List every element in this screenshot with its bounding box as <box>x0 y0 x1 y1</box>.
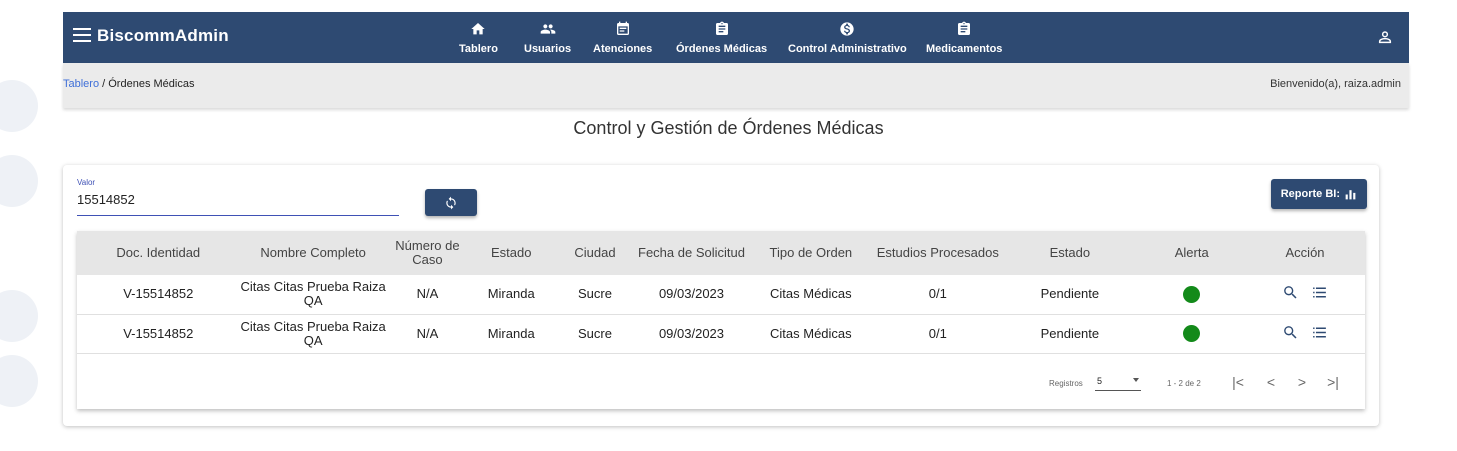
bar-chart-icon <box>1345 189 1356 199</box>
list-icon[interactable] <box>1311 284 1328 301</box>
background-decoration <box>0 355 38 407</box>
search-input[interactable] <box>77 192 397 207</box>
cell-name: Citas Citas Prueba Raiza QA <box>240 318 386 348</box>
column-header[interactable]: Estado <box>468 231 554 275</box>
cell-status: Pendiente <box>1040 286 1100 302</box>
cell-studies: 0/1 <box>928 286 947 302</box>
nav-item-atenciones[interactable]: Atenciones <box>593 12 652 63</box>
breadcrumb-bar: Tablero / Órdenes Médicas Bienvenido(a),… <box>63 63 1409 108</box>
cell-name: Citas Citas Prueba Raiza QA <box>240 279 386 309</box>
cell-actions <box>1245 314 1365 353</box>
cell-studies: 0/1 <box>928 325 947 341</box>
breadcrumb: Tablero / Órdenes Médicas <box>63 78 194 90</box>
clipboard-icon <box>715 21 728 35</box>
search-field-label: Valor <box>77 178 96 187</box>
home-icon <box>471 22 486 34</box>
dollar-icon <box>840 21 855 36</box>
page-size-value: 5 <box>1097 376 1103 386</box>
orders-card: Valor Reporte BI: Doc. Identidad Nombre … <box>63 165 1379 426</box>
page-title: Control y Gestión de Órdenes Médicas <box>573 118 884 138</box>
top-navbar: BiscommAdmin Tablero Usuarios Atenciones… <box>63 12 1409 63</box>
users-icon <box>540 23 555 34</box>
paginator: Registros 5 1 - 2 de 2 |< < > >| <box>77 353 1365 409</box>
breadcrumb-link-tablero[interactable]: Tablero <box>63 78 99 90</box>
search-icon[interactable] <box>1282 284 1299 301</box>
clipboard-icon <box>958 21 971 35</box>
cell-alert <box>1138 275 1245 314</box>
nav-label: Órdenes Médicas <box>676 42 768 55</box>
nav-label: Tablero <box>459 42 498 55</box>
column-header[interactable]: Tipo de Orden <box>747 231 874 275</box>
brand-title[interactable]: BiscommAdmin <box>97 26 229 46</box>
page-size-select[interactable]: 5 <box>1095 375 1141 391</box>
cell-doc: V-15514852 <box>123 286 194 302</box>
background-decoration <box>0 290 38 342</box>
breadcrumb-current: Órdenes Médicas <box>108 78 195 90</box>
calendar-icon <box>616 21 629 35</box>
cell-alert <box>1138 314 1245 353</box>
nav-label: Control Administrativo <box>788 42 907 55</box>
cell-doc: V-15514852 <box>123 325 194 341</box>
cell-state: Miranda <box>487 325 535 341</box>
nav-label: Atenciones <box>593 42 653 55</box>
cell-case: N/A <box>416 286 439 302</box>
report-bi-label: Reporte BI: <box>1280 188 1340 200</box>
table-row: V-15514852 Citas Citas Prueba Raiza QA N… <box>77 275 1365 314</box>
nav-label: Medicamentos <box>926 42 1003 55</box>
column-header[interactable]: Ciudad <box>554 231 635 275</box>
dropdown-arrow-icon <box>1133 378 1139 382</box>
column-header[interactable]: Nombre Completo <box>240 231 387 275</box>
refresh-icon <box>446 196 456 209</box>
cell-city: Sucre <box>578 325 612 341</box>
app-page: BiscommAdmin Tablero Usuarios Atenciones… <box>0 0 1457 451</box>
nav-label: Usuarios <box>524 42 572 55</box>
column-header[interactable]: Doc. Identidad <box>77 231 240 275</box>
cell-date: 09/03/2023 <box>658 286 725 302</box>
cell-state: Miranda <box>487 286 535 302</box>
cell-status: Pendiente <box>1040 325 1100 341</box>
column-header[interactable]: Número de Caso <box>387 231 468 275</box>
table-row: V-15514852 Citas Citas Prueba Raiza QA N… <box>77 314 1365 353</box>
page-range: 1 - 2 de 2 <box>1167 379 1201 388</box>
welcome-text: Bienvenido(a), raiza.admin <box>1270 78 1401 90</box>
previous-page-icon[interactable]: < <box>1262 373 1280 391</box>
search-field[interactable]: Valor <box>77 178 399 216</box>
column-header[interactable]: Estado <box>1001 231 1138 275</box>
next-page-icon[interactable]: > <box>1293 373 1311 391</box>
cell-city: Sucre <box>578 286 612 302</box>
refresh-button[interactable] <box>425 189 477 216</box>
nav-item-tablero[interactable]: Tablero <box>459 12 498 63</box>
nav-item-usuarios[interactable]: Usuarios <box>524 12 571 63</box>
cell-case: N/A <box>416 325 439 341</box>
menu-icon[interactable] <box>73 28 91 46</box>
orders-table: Doc. Identidad Nombre Completo Número de… <box>77 231 1365 354</box>
alert-indicator <box>1183 285 1201 303</box>
nav-item-medicamentos[interactable]: Medicamentos <box>926 12 1002 63</box>
cell-actions <box>1245 275 1365 314</box>
page-size-label: Registros <box>1049 379 1083 388</box>
cell-date: 09/03/2023 <box>658 325 725 341</box>
column-header: Acción <box>1285 245 1325 260</box>
alert-indicator <box>1183 325 1201 342</box>
last-page-icon[interactable]: >| <box>1324 373 1342 391</box>
search-icon[interactable] <box>1282 324 1299 341</box>
nav-item-ordenes-medicas[interactable]: Órdenes Médicas <box>676 12 767 63</box>
column-header: Alerta <box>1174 245 1209 260</box>
cell-order-type: Citas Médicas <box>770 325 852 341</box>
orders-table-container: Doc. Identidad Nombre Completo Número de… <box>77 231 1365 409</box>
first-page-icon[interactable]: |< <box>1229 373 1247 391</box>
column-header[interactable]: Fecha de Solicitud <box>636 231 748 275</box>
list-icon[interactable] <box>1311 324 1328 341</box>
background-decoration <box>0 155 38 207</box>
user-icon[interactable] <box>1377 29 1393 45</box>
nav-item-control-administrativo[interactable]: Control Administrativo <box>788 12 907 63</box>
report-bi-button[interactable]: Reporte BI: <box>1270 179 1367 209</box>
table-header-row: Doc. Identidad Nombre Completo Número de… <box>77 231 1365 275</box>
breadcrumb-separator: / <box>99 78 109 90</box>
cell-order-type: Citas Médicas <box>770 286 852 302</box>
column-header[interactable]: Estudios Procesados <box>874 231 1001 275</box>
